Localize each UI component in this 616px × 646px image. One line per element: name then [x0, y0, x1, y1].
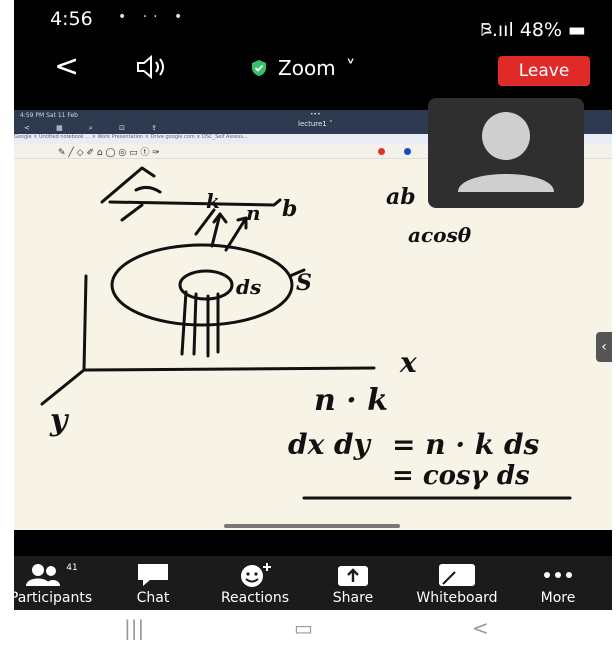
- status-time: 4:56: [50, 8, 93, 30]
- nav-back-icon[interactable]: <: [472, 616, 489, 640]
- back-chevron-icon[interactable]: <: [54, 52, 79, 82]
- recents-icon[interactable]: |||: [124, 616, 144, 640]
- speaker-icon[interactable]: [134, 54, 174, 84]
- more-icon: [544, 572, 572, 578]
- ink-cos-ds: = cosγ ds: [392, 461, 530, 491]
- ink-dxdy: dx dy: [288, 428, 372, 461]
- home-indicator: [224, 524, 400, 528]
- whiteboard-label: Whiteboard: [416, 590, 498, 606]
- reactions-button[interactable]: Reactions: [200, 562, 310, 606]
- participants-label: Participants: [14, 590, 93, 606]
- leave-button[interactable]: Leave: [498, 56, 590, 86]
- more-label: More: [540, 590, 576, 606]
- participants-button[interactable]: 41 Participants: [14, 562, 106, 606]
- participant-video-tile[interactable]: [428, 98, 584, 208]
- notification-icons: • ·· •: [118, 9, 189, 25]
- more-button[interactable]: More: [508, 562, 608, 606]
- meeting-toolbar: < Zoom ˅ Leave: [14, 48, 612, 94]
- whiteboard-button[interactable]: Whiteboard: [402, 562, 512, 606]
- ink-acostheta: acosθ: [408, 223, 472, 247]
- ink-y-axis: y: [49, 403, 70, 438]
- ink-n-dot-k: n · k: [314, 383, 388, 418]
- ink-n: n: [246, 201, 261, 225]
- home-icon[interactable]: ▭: [294, 616, 313, 640]
- zoom-app-screen: 4:56 • ·· • ཋ.ııl 48% ▬ < Zoom ˅ Leave 4…: [14, 0, 612, 610]
- ink-ds: ds: [236, 275, 261, 299]
- meeting-title-dropdown[interactable]: Zoom ˅: [250, 56, 356, 80]
- android-nav-bar: ||| ▭ <: [0, 610, 616, 646]
- ink-n-dot-k-ds: = n · k ds: [392, 428, 540, 461]
- share-label: Share: [332, 590, 374, 606]
- reactions-icon: [241, 563, 271, 587]
- ink-b: b: [282, 196, 297, 222]
- encryption-shield-icon: [252, 60, 266, 76]
- chat-icon: [138, 564, 168, 586]
- share-button[interactable]: Share: [298, 562, 408, 606]
- status-bar: 4:56 • ·· • ཋ.ııl 48% ▬: [14, 0, 612, 42]
- participants-icon: [26, 564, 61, 586]
- chevron-down-icon: ˅: [345, 56, 356, 80]
- participants-count: 41: [66, 563, 78, 573]
- reactions-label: Reactions: [220, 590, 290, 606]
- share-icon: [338, 566, 368, 586]
- meeting-title: Zoom: [278, 56, 336, 80]
- chat-button[interactable]: Chat: [98, 562, 208, 606]
- whiteboard-icon: [439, 564, 475, 586]
- meeting-controls-bar: 41 Participants Chat Reactions Share Whi…: [14, 556, 612, 610]
- ink-ab: ab: [386, 184, 416, 210]
- ink-x-axis: x: [399, 346, 417, 379]
- ink-s: S: [296, 270, 312, 296]
- ink-k: k: [206, 189, 220, 213]
- chat-label: Chat: [136, 590, 170, 606]
- person-avatar-icon: [458, 112, 554, 192]
- side-panel-handle[interactable]: ‹: [596, 332, 612, 362]
